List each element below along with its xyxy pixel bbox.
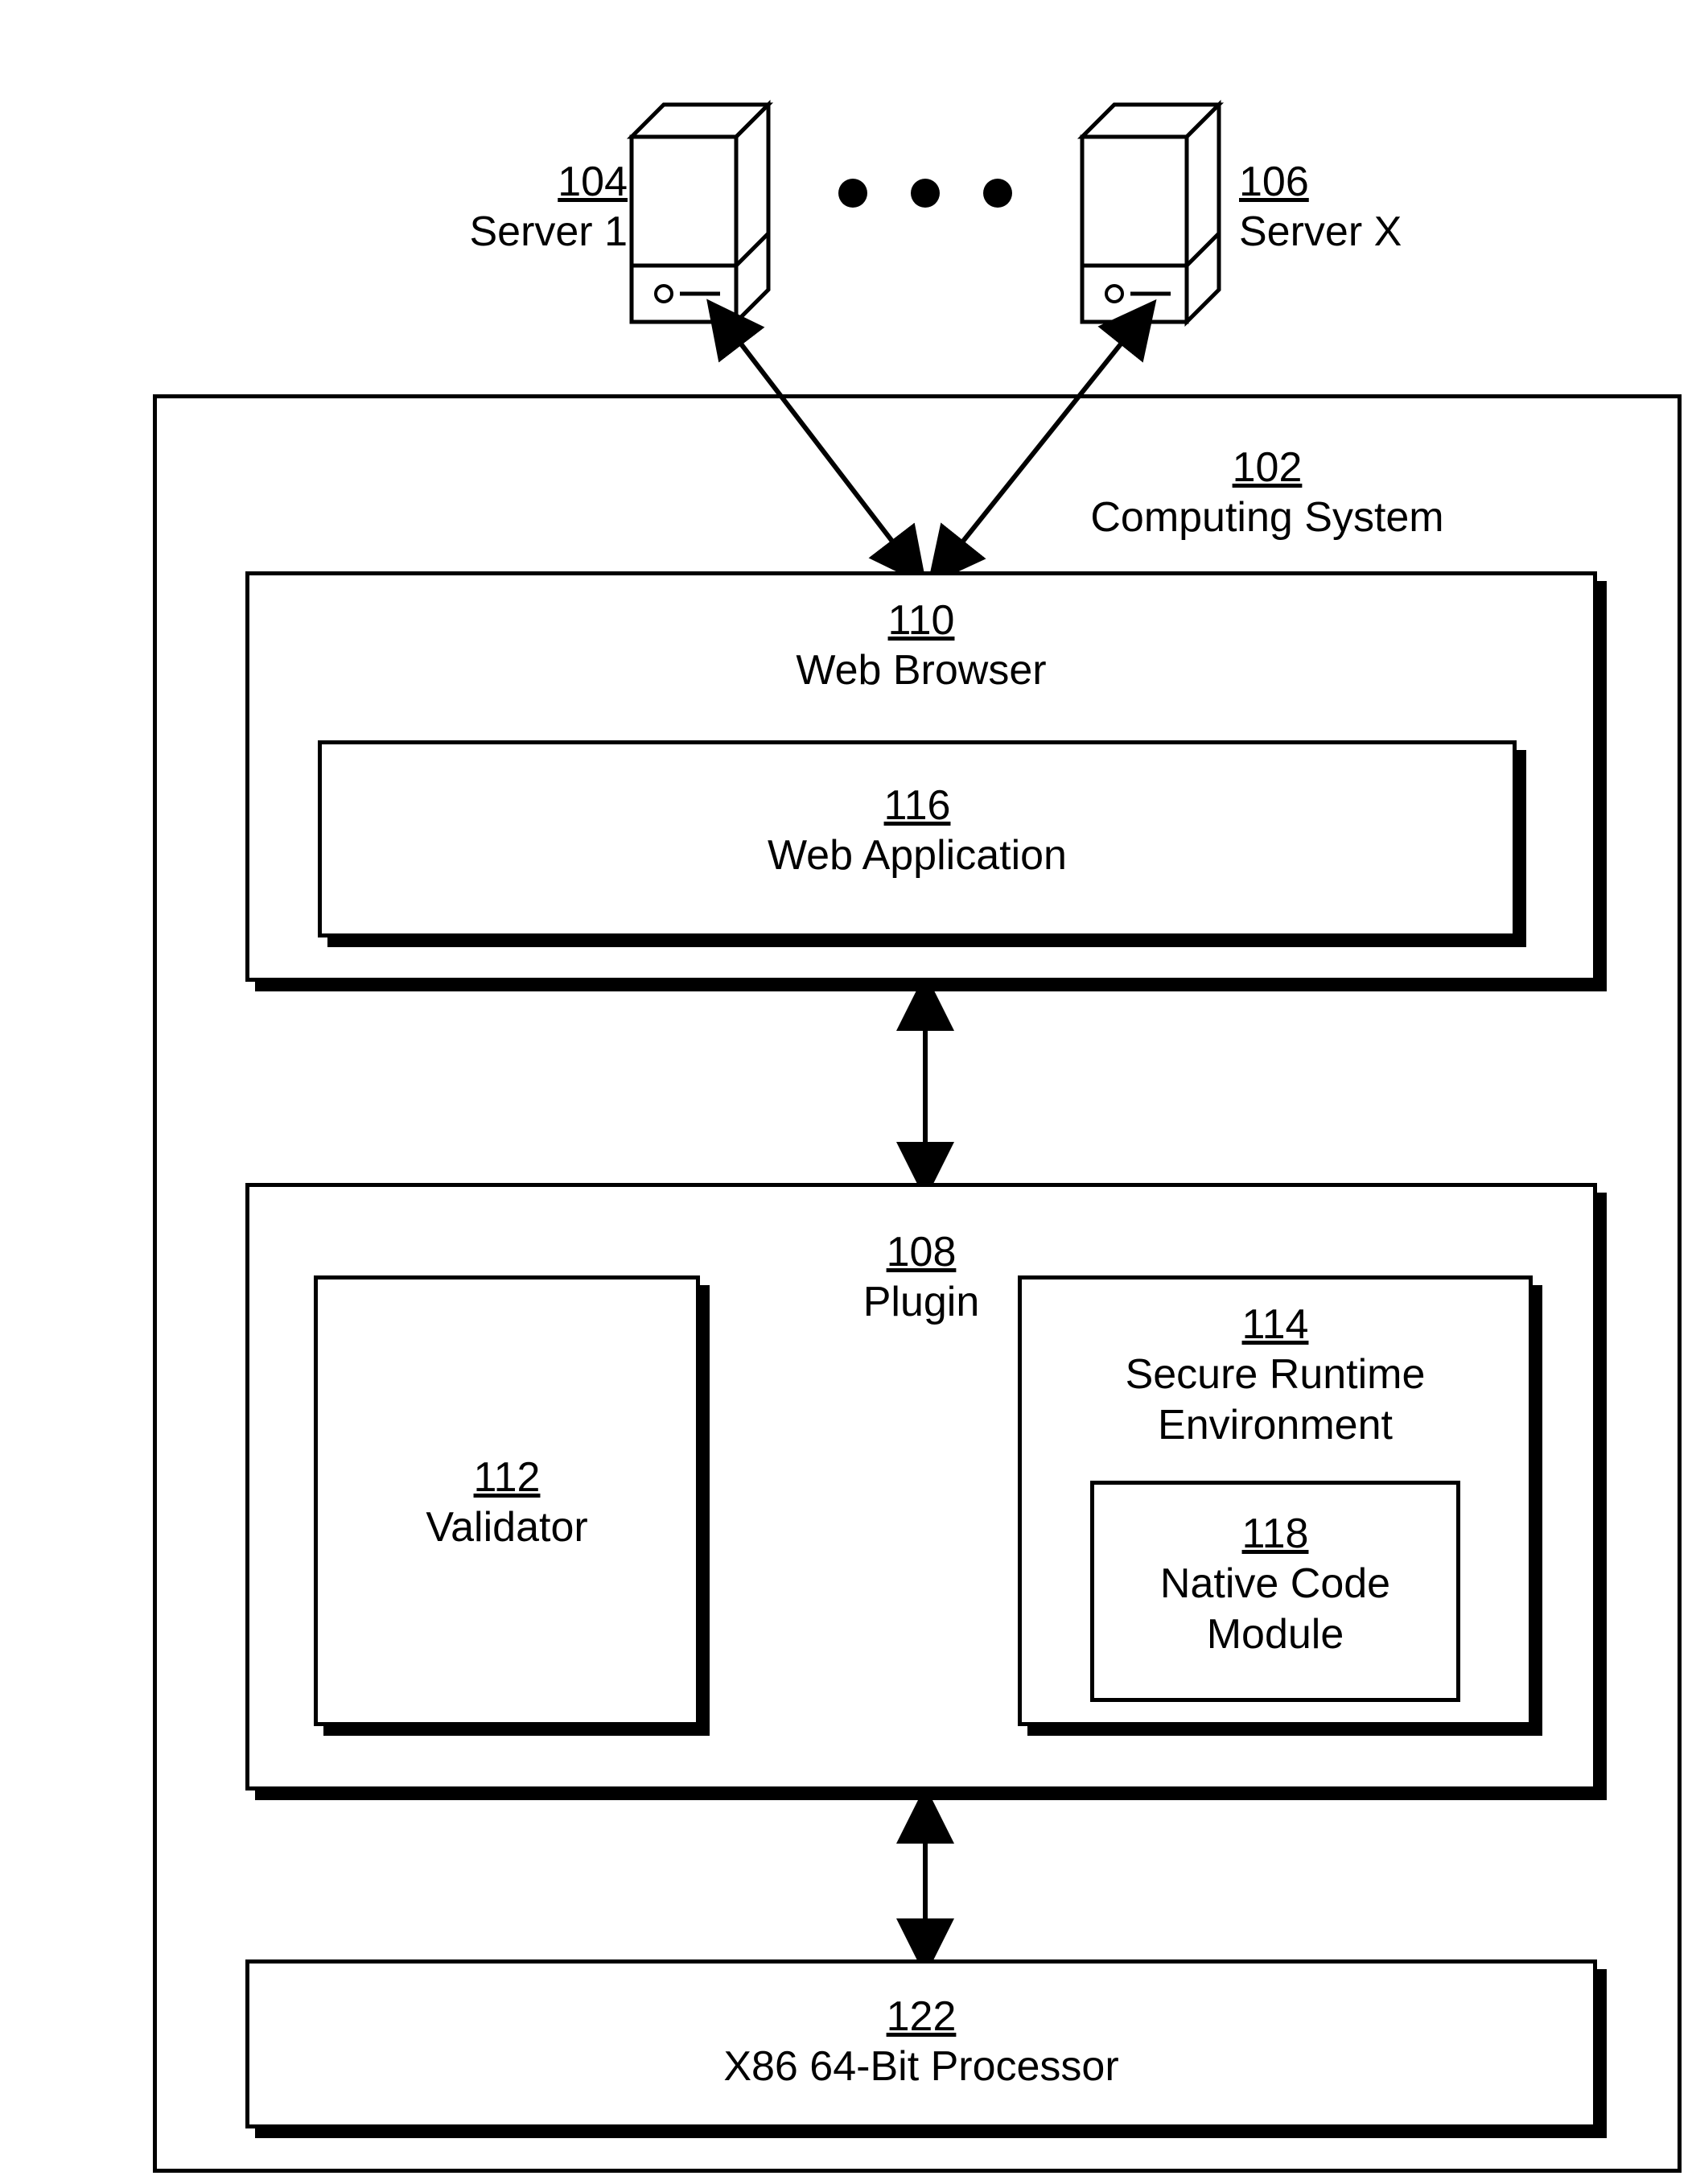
- web-application-num: 116: [884, 782, 951, 829]
- more-dot: [983, 179, 1012, 208]
- computing-system-label: 102 Computing System: [1046, 443, 1488, 543]
- processor-num: 122: [887, 1993, 957, 2040]
- server-1-label: 104 Server 1: [426, 157, 628, 258]
- processor-label: 122 X86 64-Bit Processor: [245, 1992, 1597, 2092]
- server-1-icon: [632, 105, 768, 322]
- native-code-module-name: Native Code Module: [1090, 1559, 1460, 1659]
- processor-name: X86 64-Bit Processor: [245, 2042, 1597, 2091]
- web-browser-name: Web Browser: [245, 645, 1597, 695]
- validator-name: Validator: [314, 1502, 700, 1552]
- more-dot: [838, 179, 867, 208]
- server-x-name: Server X: [1239, 207, 1448, 257]
- server-1-num: 104: [558, 159, 628, 205]
- validator-label: 112 Validator: [314, 1453, 700, 1553]
- server-x-icon: [1082, 105, 1219, 322]
- server-1-name: Server 1: [426, 207, 628, 257]
- plugin-num: 108: [887, 1229, 957, 1275]
- web-browser-num: 110: [888, 597, 955, 644]
- server-x-label: 106 Server X: [1239, 157, 1448, 258]
- validator-num: 112: [474, 1454, 541, 1501]
- sre-name: Secure Runtime Environment: [1018, 1350, 1533, 1450]
- web-browser-label: 110 Web Browser: [245, 595, 1597, 696]
- sre-label: 114 Secure Runtime Environment: [1018, 1300, 1533, 1450]
- web-application-name: Web Application: [318, 830, 1517, 880]
- native-code-module-label: 118 Native Code Module: [1090, 1509, 1460, 1659]
- computing-system-name: Computing System: [1046, 492, 1488, 542]
- web-application-label: 116 Web Application: [318, 781, 1517, 881]
- more-dot: [911, 179, 940, 208]
- native-code-module-num: 118: [1242, 1510, 1309, 1557]
- sre-num: 114: [1242, 1301, 1309, 1348]
- server-x-num: 106: [1239, 159, 1309, 205]
- computing-system-num: 102: [1233, 444, 1303, 491]
